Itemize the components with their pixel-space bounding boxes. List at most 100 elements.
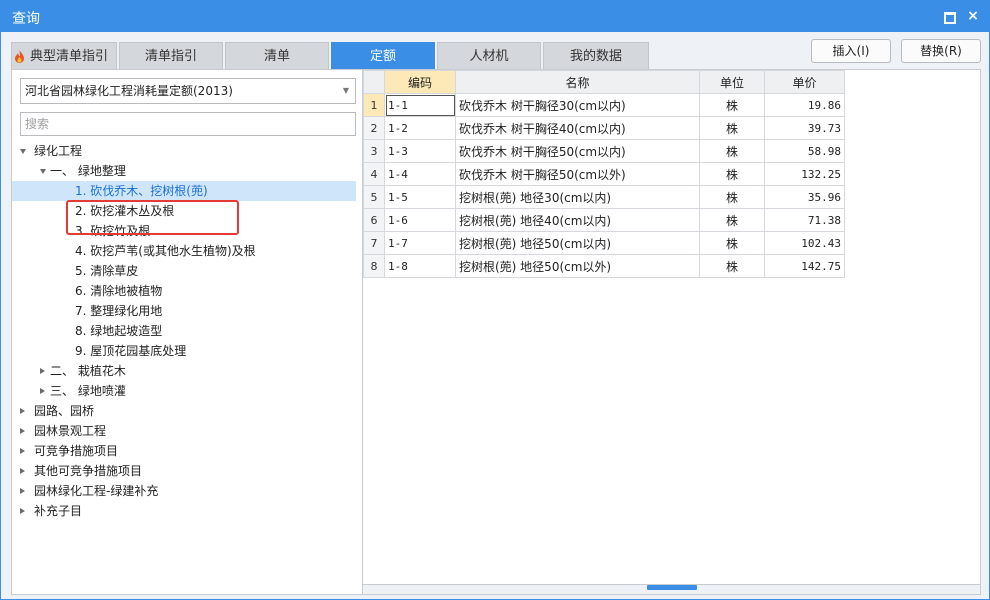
tree-item-label: 二、 栽植花木 [50, 364, 126, 378]
cell-price[interactable]: 71.38 [764, 208, 845, 232]
tree-item[interactable]: 1. 砍伐乔木、挖树根(蔸) [12, 181, 356, 201]
cell-name[interactable]: 挖树根(蔸) 地径30(cm以内) [455, 185, 700, 209]
table-row[interactable]: 5 1-5 挖树根(蔸) 地径30(cm以内) 株 35.96 [363, 185, 845, 209]
expanded-arrow-icon[interactable] [20, 149, 26, 154]
tab-label: 清单 [263, 49, 290, 64]
row-number[interactable]: 4 [363, 162, 385, 186]
column-header-price[interactable]: 单价 [764, 70, 845, 94]
tree-item[interactable]: 园林景观工程 [12, 421, 356, 441]
collapsed-arrow-icon[interactable] [20, 468, 25, 474]
tree-item[interactable]: 其他可竞争措施项目 [12, 461, 356, 481]
tree-item-label: 补充子目 [34, 504, 83, 518]
table-row[interactable]: 3 1-3 砍伐乔木 树干胸径50(cm以内) 株 58.98 [363, 139, 845, 163]
cell-code[interactable]: 1-6 [384, 208, 456, 232]
tree-item[interactable]: 园路、园桥 [12, 401, 356, 421]
row-number[interactable]: 7 [363, 231, 385, 255]
cell-code[interactable]: 1-8 [384, 254, 456, 278]
tree-item[interactable]: 5. 清除草皮 [12, 261, 356, 281]
cell-name[interactable]: 砍伐乔木 树干胸径40(cm以内) [455, 116, 700, 140]
tree-item[interactable]: 补充子目 [12, 501, 356, 521]
column-header-name[interactable]: 名称 [455, 70, 700, 94]
row-number[interactable]: 6 [363, 208, 385, 232]
cell-unit[interactable]: 株 [699, 185, 765, 209]
collapsed-arrow-icon[interactable] [40, 388, 45, 394]
row-number[interactable]: 5 [363, 185, 385, 209]
cell-code[interactable]: 1-5 [384, 185, 456, 209]
column-header-unit[interactable]: 单位 [699, 70, 765, 94]
replace-button[interactable]: 替换(R) [901, 39, 981, 63]
cell-name[interactable]: 砍伐乔木 树干胸径50(cm以外) [455, 162, 700, 186]
cell-unit[interactable]: 株 [699, 93, 765, 117]
tree-item[interactable]: 二、 栽植花木 [12, 361, 356, 381]
tab-labor-material-machine[interactable]: 人材机 [437, 42, 541, 70]
collapsed-arrow-icon[interactable] [20, 428, 25, 434]
search-input[interactable] [20, 112, 356, 136]
table-row[interactable]: 6 1-6 挖树根(蔸) 地径40(cm以内) 株 71.38 [363, 208, 845, 232]
cell-code[interactable]: 1-7 [384, 231, 456, 255]
tree-item[interactable]: 4. 砍挖芦苇(或其他水生植物)及根 [12, 241, 356, 261]
panel-splitter-handle[interactable] [647, 585, 697, 590]
insert-button[interactable]: 插入(I) [811, 39, 891, 63]
collapsed-arrow-icon[interactable] [20, 508, 25, 514]
table-row[interactable]: 7 1-7 挖树根(蔸) 地径50(cm以内) 株 102.43 [363, 231, 845, 255]
tree-item[interactable]: 绿化工程 [12, 141, 356, 161]
cell-unit[interactable]: 株 [699, 139, 765, 163]
cell-price[interactable]: 39.73 [764, 116, 845, 140]
tab-bill[interactable]: 清单 [225, 42, 329, 70]
tree-item[interactable]: 8. 绿地起坡造型 [12, 321, 356, 341]
quota-tree-panel: 河北省园林绿化工程消耗量定额(2013) ▼ 绿化工程一、 绿地整理 1. 砍伐乔… [11, 69, 363, 595]
cell-unit[interactable]: 株 [699, 162, 765, 186]
tree-item[interactable]: 一、 绿地整理 [12, 161, 356, 181]
cell-name[interactable]: 砍伐乔木 树干胸径30(cm以内) [455, 93, 700, 117]
collapsed-arrow-icon[interactable] [20, 448, 25, 454]
cell-price[interactable]: 58.98 [764, 139, 845, 163]
row-number[interactable]: 8 [363, 254, 385, 278]
cell-code[interactable]: 1-3 [384, 139, 456, 163]
tree-item[interactable]: 可竞争措施项目 [12, 441, 356, 461]
tree-item[interactable]: 7. 整理绿化用地 [12, 301, 356, 321]
cell-unit[interactable]: 株 [699, 254, 765, 278]
cell-price[interactable]: 132.25 [764, 162, 845, 186]
collapsed-arrow-icon[interactable] [20, 408, 25, 414]
tab-typical-bill-guide[interactable]: 典型清单指引 [11, 42, 117, 70]
cell-price[interactable]: 142.75 [764, 254, 845, 278]
collapsed-arrow-icon[interactable] [20, 488, 25, 494]
row-number[interactable]: 2 [363, 116, 385, 140]
cell-name[interactable]: 挖树根(蔸) 地径50(cm以内) [455, 231, 700, 255]
cell-code[interactable]: 1-1 [384, 93, 456, 117]
cell-price[interactable]: 19.86 [764, 93, 845, 117]
cell-name[interactable]: 砍伐乔木 树干胸径50(cm以内) [455, 139, 700, 163]
quota-table: 编码 名称 单位 单价 1 1-1 砍伐乔木 树干胸径30(cm以内) 株 19.86 2… [363, 70, 845, 278]
column-header-code[interactable]: 编码 [384, 70, 456, 94]
quota-library-select[interactable]: 河北省园林绿化工程消耗量定额(2013) ▼ [20, 78, 356, 104]
tree-item[interactable]: 9. 屋顶花园基底处理 [12, 341, 356, 361]
collapsed-arrow-icon[interactable] [40, 368, 45, 374]
maximize-icon[interactable] [940, 7, 958, 25]
cell-price[interactable]: 102.43 [764, 231, 845, 255]
row-number[interactable]: 1 [363, 93, 385, 117]
table-row[interactable]: 4 1-4 砍伐乔木 树干胸径50(cm以外) 株 132.25 [363, 162, 845, 186]
tab-my-data[interactable]: 我的数据 [543, 42, 649, 70]
table-row[interactable]: 8 1-8 挖树根(蔸) 地径50(cm以外) 株 142.75 [363, 254, 845, 278]
cell-name[interactable]: 挖树根(蔸) 地径50(cm以外) [455, 254, 700, 278]
cell-code[interactable]: 1-2 [384, 116, 456, 140]
cell-unit[interactable]: 株 [699, 231, 765, 255]
row-number[interactable]: 3 [363, 139, 385, 163]
tab-bill-guide[interactable]: 清单指引 [119, 42, 223, 70]
table-row[interactable]: 2 1-2 砍伐乔木 树干胸径40(cm以内) 株 39.73 [363, 116, 845, 140]
tree-item-label: 园林绿化工程-绿建补充 [34, 484, 159, 498]
tab-quota[interactable]: 定额 [331, 42, 435, 70]
tree-item-label: 1. 砍伐乔木、挖树根(蔸) [75, 184, 208, 198]
cell-name[interactable]: 挖树根(蔸) 地径40(cm以内) [455, 208, 700, 232]
tree-item[interactable]: 6. 清除地被植物 [12, 281, 356, 301]
expanded-arrow-icon[interactable] [40, 169, 46, 174]
tree-item[interactable]: 三、 绿地喷灌 [12, 381, 356, 401]
cell-unit[interactable]: 株 [699, 208, 765, 232]
table-row[interactable]: 1 1-1 砍伐乔木 树干胸径30(cm以内) 株 19.86 [363, 93, 845, 117]
cell-unit[interactable]: 株 [699, 116, 765, 140]
close-icon[interactable]: × [964, 7, 982, 25]
cell-code[interactable]: 1-4 [384, 162, 456, 186]
tree-item-label: 一、 绿地整理 [50, 164, 126, 178]
tree-item[interactable]: 园林绿化工程-绿建补充 [12, 481, 356, 501]
cell-price[interactable]: 35.96 [764, 185, 845, 209]
